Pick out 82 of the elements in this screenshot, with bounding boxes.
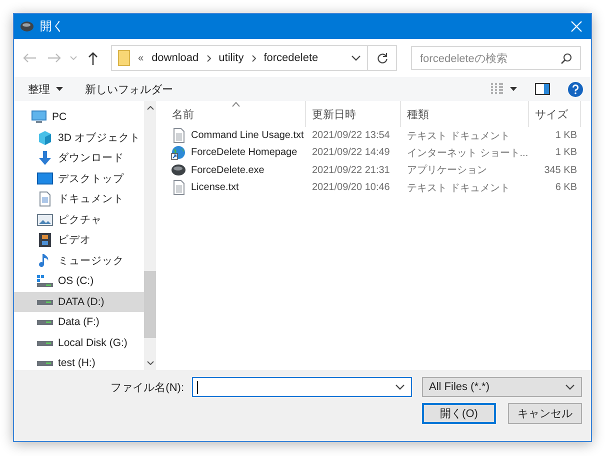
organize-button[interactable]: 整理 [28, 82, 63, 96]
file-size: 345 KB [543, 164, 578, 176]
search-field[interactable]: forcedeleteの検索 [411, 46, 581, 70]
file-name[interactable]: ForceDelete.exe [191, 164, 264, 176]
breadcrumb[interactable]: utility [218, 52, 244, 64]
file-name[interactable]: ForceDelete Homepage [191, 147, 298, 158]
modified-date: 2021/09/22 13:54 [311, 130, 391, 142]
chevron-right-icon [206, 54, 211, 62]
drive-icon [36, 298, 54, 306]
view-options-button[interactable] [490, 83, 517, 95]
column-header[interactable]: 更新日時 [306, 101, 401, 127]
app-icon [20, 21, 34, 32]
sidebar-item[interactable]: DATA (D:) [14, 292, 144, 312]
scrollbar[interactable] [144, 101, 156, 370]
chevron-down-icon [395, 384, 405, 390]
desktop-icon [37, 172, 53, 186]
scroll-up-icon[interactable] [146, 106, 154, 110]
column-header[interactable]: サイズ [529, 101, 581, 127]
chevron-down-icon [351, 55, 361, 61]
chevron-down-icon [565, 384, 575, 390]
document-icon [38, 191, 52, 208]
file-type: テキスト ドキュメント [406, 130, 511, 143]
folder-icon [118, 50, 130, 66]
down-arrow-icon [37, 150, 53, 166]
file-name[interactable]: Command Line Usage.txt [191, 130, 304, 142]
file-type: アプリケーション [406, 164, 488, 178]
computer-icon [31, 110, 47, 124]
picture-icon [37, 212, 53, 227]
file-size: 1 KB [554, 147, 578, 158]
system-drive-icon [36, 274, 54, 288]
sidebar-item[interactable]: OS (C:) [14, 271, 144, 292]
sort-caret-icon [232, 102, 240, 107]
text-file-icon [172, 180, 184, 196]
cube-icon [37, 130, 53, 146]
search-icon [561, 52, 572, 64]
new-folder-button[interactable]: 新しいフォルダー [85, 82, 173, 96]
breadcrumb[interactable]: download [152, 52, 199, 64]
dialog-button[interactable]: キャンセル [508, 403, 582, 424]
sidebar-item[interactable]: PC [14, 107, 144, 128]
drive-icon [36, 359, 54, 368]
breadcrumb[interactable]: forcedelete [264, 52, 318, 64]
sidebar-item[interactable]: Local Disk (G:) [14, 332, 144, 353]
file-type: テキスト ドキュメント [406, 182, 511, 195]
column-header[interactable]: 名前 [166, 101, 306, 127]
sidebar-item[interactable]: ミュージック [14, 250, 144, 271]
film-icon [38, 232, 52, 248]
dialog-button[interactable]: 開く(O) [422, 403, 496, 424]
file-name[interactable]: License.txt [191, 182, 239, 194]
sidebar-item[interactable]: test (H:) [14, 353, 144, 374]
sidebar-item[interactable]: ピクチャ [14, 210, 144, 230]
overflow-marker[interactable]: « [138, 52, 144, 64]
scroll-down-icon[interactable] [146, 361, 154, 365]
column-header[interactable]: 種類 [401, 101, 529, 127]
file-name-label: ファイル名(N): [110, 380, 184, 394]
file-name-field[interactable] [192, 377, 412, 397]
drive-icon [36, 338, 54, 347]
disc-icon [171, 164, 186, 176]
close-icon [570, 21, 582, 32]
file-type: インターネット ショート... [406, 146, 529, 160]
caret-icon [56, 87, 63, 91]
sidebar-item[interactable]: ダウンロード [14, 148, 144, 168]
sidebar-item[interactable]: ビデオ [14, 230, 144, 250]
modified-date: 2021/09/22 21:31 [311, 164, 391, 176]
sidebar-item[interactable]: 3D オブジェクト [14, 128, 144, 148]
refresh-icon[interactable] [376, 52, 388, 64]
caret-icon [510, 87, 517, 91]
sidebar-item[interactable]: Data (F:) [14, 312, 144, 332]
text-file-icon [172, 128, 184, 144]
address-bar[interactable]: « download utility forcedelete [111, 45, 397, 71]
drive-icon [36, 318, 54, 326]
file-size: 6 KB [554, 182, 578, 194]
help-icon[interactable] [568, 82, 583, 96]
globe-icon [171, 145, 186, 160]
sidebar-item[interactable]: ドキュメント [14, 189, 144, 210]
modified-date: 2021/09/20 10:46 [311, 182, 391, 194]
chevron-right-icon [252, 54, 256, 62]
preview-pane-icon[interactable] [535, 83, 550, 95]
sidebar-item[interactable]: デスクトップ [14, 168, 144, 189]
window-title: 開く [40, 18, 65, 35]
file-size: 1 KB [554, 130, 578, 142]
file-type-dropdown[interactable]: All Files (*.*) [422, 377, 582, 397]
modified-date: 2021/09/22 14:49 [311, 147, 391, 158]
